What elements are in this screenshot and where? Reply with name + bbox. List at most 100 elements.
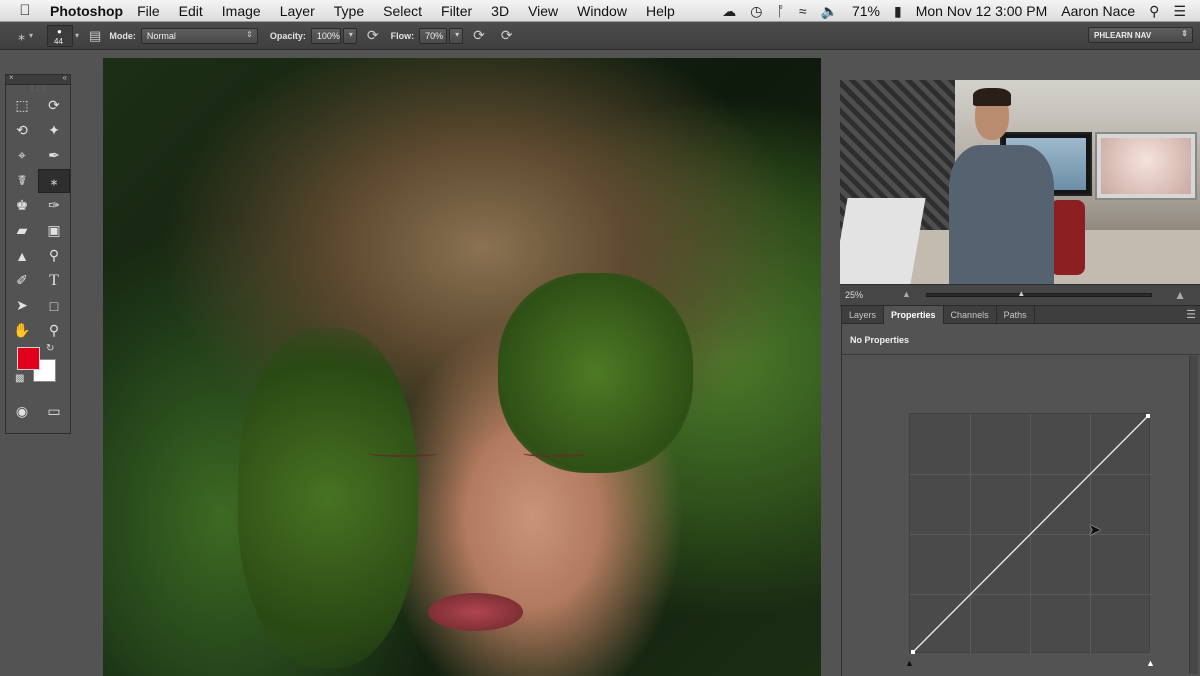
panel-collapse-icon[interactable]: «	[63, 73, 67, 82]
swap-colors-icon[interactable]: ↻	[46, 343, 54, 354]
mode-label: Mode:	[109, 30, 136, 41]
closed-eye-left	[368, 450, 438, 457]
opacity-label: Opacity:	[269, 30, 306, 41]
flow-slider-toggle[interactable]: ▾	[449, 27, 464, 44]
zoom-slider[interactable]: ▲	[926, 289, 1152, 298]
zoom-level[interactable]: 25%	[845, 290, 863, 300]
menu-layer[interactable]: Layer	[280, 3, 315, 19]
menu-window[interactable]: Window	[577, 3, 627, 19]
brush-picker-arrow-icon[interactable]: ▾	[75, 31, 79, 40]
menu-edit[interactable]: Edit	[179, 3, 203, 19]
clock[interactable]: Mon Nov 12 3:00 PM	[916, 3, 1048, 19]
menu-select[interactable]: Select	[383, 3, 422, 19]
pressure-size-icon[interactable]: ⟳	[501, 27, 513, 44]
tools-panel-header[interactable]: × «	[6, 73, 70, 85]
options-bar: ⁎ ▾ ● 44 ▾ ▤ Mode: Normal ⇕ Opacity: 100…	[0, 22, 1200, 50]
zoom-in-icon[interactable]: ▲	[1174, 288, 1186, 302]
zoom-tool-icon[interactable]: ⚲	[38, 319, 70, 343]
menu-file[interactable]: File	[137, 3, 160, 19]
moss-left	[238, 328, 418, 668]
marquee-tool-icon[interactable]: ⬚	[6, 94, 38, 118]
path-selection-tool-icon[interactable]: ➤	[6, 294, 38, 318]
mouse-cursor-icon: ➤	[1088, 522, 1102, 539]
tab-layers[interactable]: Layers	[842, 306, 885, 324]
panel-scrollbar[interactable]	[1189, 356, 1198, 674]
user-name[interactable]: Aaron Nace	[1061, 3, 1135, 19]
move-tool-icon[interactable]: ⟳	[38, 94, 70, 118]
history-brush-tool-icon[interactable]: ✑	[38, 194, 70, 218]
menu-type[interactable]: Type	[334, 3, 364, 19]
type-tool-icon[interactable]: T	[38, 269, 70, 293]
magic-wand-tool-icon[interactable]: ✦	[38, 119, 70, 143]
opacity-slider-toggle[interactable]: ▾	[342, 27, 357, 44]
white-point-slider-icon[interactable]: ▲	[1146, 658, 1155, 668]
healing-brush-tool-icon[interactable]: ☤	[6, 169, 38, 193]
wifi-icon[interactable]: ≈	[799, 3, 807, 19]
image-canvas[interactable]	[103, 58, 821, 676]
blur-tool-icon[interactable]: ▲	[6, 244, 38, 268]
panel-grip[interactable]: ⋮⋮⋮	[6, 85, 70, 93]
clone-stamp-tool-icon[interactable]: ♚	[6, 194, 38, 218]
workspace-switcher[interactable]: PHLEARN NAV ⇕	[1088, 27, 1193, 43]
zoom-out-icon[interactable]: ▲	[902, 289, 911, 299]
brush-preset-picker[interactable]: ● 44	[47, 24, 74, 47]
presenter	[935, 88, 1065, 284]
curve-line[interactable]	[910, 414, 1151, 654]
notification-list-icon[interactable]: ☰	[1173, 3, 1186, 20]
foreground-color-swatch[interactable]	[17, 347, 40, 370]
tool-preset-arrow-icon[interactable]: ▾	[29, 31, 33, 40]
cloud-icon[interactable]: ☁	[722, 3, 736, 20]
tab-paths[interactable]: Paths	[997, 306, 1035, 324]
closed-eye-right	[523, 450, 588, 457]
menu-view[interactable]: View	[528, 3, 558, 19]
brush-tip-icon: ●	[57, 26, 62, 36]
flow-value: 70%	[425, 30, 444, 41]
app-menu[interactable]: Photoshop	[50, 3, 123, 19]
eyedropper-tool-icon[interactable]: ✒	[38, 144, 70, 168]
tab-channels[interactable]: Channels	[944, 306, 997, 324]
menu-3d[interactable]: 3D	[491, 3, 509, 19]
curve-point-top[interactable]	[1146, 414, 1150, 418]
navigator-zoom-bar: 25% ▲ ▲ ▲	[840, 284, 1200, 306]
bluetooth-icon[interactable]: ᚩ	[776, 3, 784, 19]
pressure-opacity-icon[interactable]: ⟳	[367, 27, 379, 44]
spotlight-search-icon[interactable]: ⚲	[1149, 3, 1159, 20]
menu-image[interactable]: Image	[222, 3, 261, 19]
curve-point-bottom[interactable]	[911, 650, 915, 654]
rectangle-tool-icon[interactable]: □	[38, 294, 70, 318]
gradient-tool-icon[interactable]: ▣	[38, 219, 70, 243]
mac-menu-bar:  Photoshop File Edit Image Layer Type S…	[0, 0, 1200, 22]
mode-value: Normal	[146, 30, 176, 41]
brush-panel-toggle-icon[interactable]: ▤	[89, 28, 101, 44]
menu-filter[interactable]: Filter	[441, 3, 472, 19]
airbrush-icon[interactable]: ⟳	[473, 27, 485, 44]
volume-icon[interactable]: 🔈	[821, 3, 838, 20]
battery-percent[interactable]: 71%	[852, 3, 880, 19]
default-colors-icon[interactable]: ▩	[15, 373, 24, 384]
opacity-field[interactable]: 100%	[310, 27, 341, 44]
battery-icon[interactable]: ▮	[894, 3, 902, 20]
dodge-tool-icon[interactable]: ⚲	[38, 244, 70, 268]
flow-field[interactable]: 70%	[419, 27, 448, 44]
zoom-slider-thumb[interactable]: ▲	[1017, 289, 1025, 298]
panel-menu-icon[interactable]: ☰	[1186, 306, 1196, 323]
brush-tool-icon[interactable]: ⁎	[38, 168, 70, 193]
eraser-tool-icon[interactable]: ▰	[6, 219, 38, 243]
lasso-tool-icon[interactable]: ⟲	[6, 119, 38, 143]
time-machine-icon[interactable]: ◷	[750, 3, 762, 20]
flow-arrow-icon: ▾	[455, 29, 460, 39]
panel-close-icon[interactable]: ×	[9, 73, 14, 82]
hand-tool-icon[interactable]: ✋	[6, 319, 38, 343]
black-point-slider-icon[interactable]: ▲	[905, 658, 914, 668]
quick-mask-icon[interactable]: ◉	[6, 400, 38, 424]
tab-properties[interactable]: Properties	[884, 306, 944, 324]
apple-menu-icon[interactable]: 	[0, 2, 50, 19]
curves-graph[interactable]	[909, 413, 1151, 654]
pen-tool-icon[interactable]: ✐	[6, 269, 38, 293]
crop-tool-icon[interactable]: ⌖	[6, 144, 38, 168]
brush-tool-icon[interactable]: ⁎	[18, 27, 25, 44]
screen-mode-icon[interactable]: ▭	[38, 400, 70, 424]
mode-dropdown[interactable]: Normal ⇕	[140, 27, 258, 44]
menu-help[interactable]: Help	[646, 3, 675, 19]
flow-label: Flow:	[390, 30, 415, 41]
